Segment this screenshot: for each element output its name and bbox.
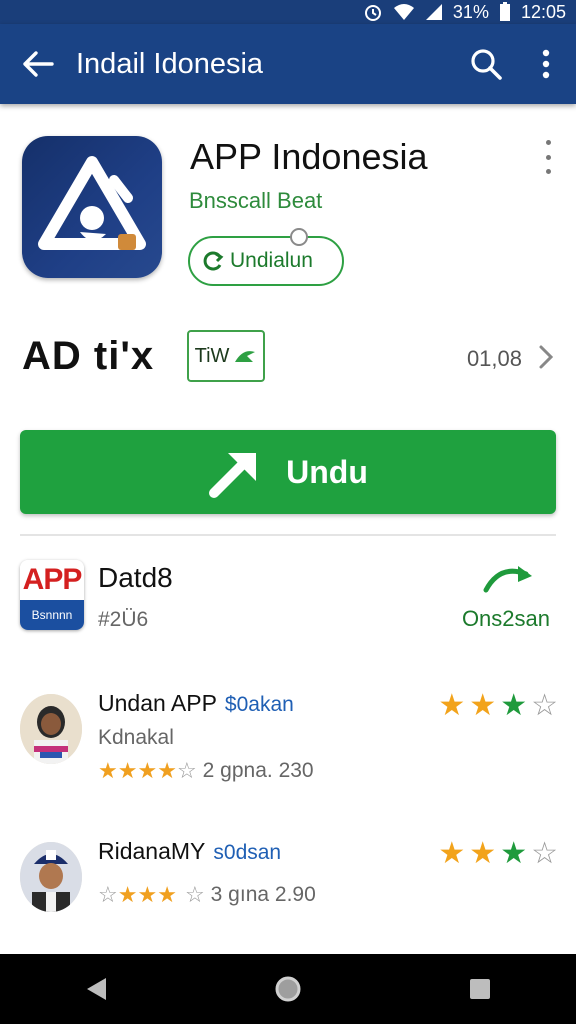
circle-home-icon	[275, 976, 301, 1002]
star-filled-icon: ★	[157, 882, 177, 907]
app-overflow-menu[interactable]	[540, 140, 556, 174]
app-logo-icon	[22, 136, 162, 278]
reviewer-tag[interactable]: s0dsan	[213, 841, 281, 864]
nav-recents-button[interactable]	[440, 954, 520, 1024]
review-meta-text: 2 gpna. 230	[202, 759, 314, 782]
rating-label: AD ti'x	[22, 334, 155, 378]
arrow-up-right-icon	[209, 453, 257, 498]
nav-back-button[interactable]	[56, 954, 136, 1024]
star-filled-icon: ★	[500, 689, 528, 722]
battery-percent: 31%	[452, 1, 489, 22]
app-bar: Indail Idonesia	[0, 24, 576, 104]
star-filled-icon: ★	[469, 689, 497, 722]
star-filled-icon: ★	[469, 837, 497, 870]
developer-meta: #2Ü6	[98, 608, 149, 631]
divider	[20, 534, 556, 536]
tw-badge-text: TiW	[194, 344, 230, 367]
star-filled-icon: ★	[117, 882, 138, 907]
review-meta-line: ★ ★ ★ ★ ☆ 2 gpna. 230	[98, 758, 314, 784]
developer-action-label[interactable]: Ons2san	[462, 606, 550, 632]
search-icon	[471, 49, 502, 80]
triangle-back-icon	[87, 978, 106, 1000]
review-item[interactable]: RidanaMY s0dsan ☆ ★ ★ ★ ☆ 3 gına 2.90 ★ ★…	[0, 836, 576, 948]
wifi-icon	[393, 3, 415, 21]
developer-icon: APP Bsnnnn	[20, 560, 84, 630]
review-meta-line: ☆ ★ ★ ★ ☆ 3 gına 2.90	[98, 882, 316, 908]
star-filled-icon: ★	[438, 837, 466, 870]
reviewer-subtitle: Kdnakal	[98, 726, 174, 749]
reviewer-name-line: RidanaMY s0dsan	[98, 838, 281, 865]
pill-knob	[290, 228, 308, 246]
status-bar: 31% 12:05	[0, 0, 576, 24]
reviewer-avatar	[20, 842, 82, 912]
review-rating-stars: ★ ★ ★ ☆	[438, 688, 558, 723]
leaf-arrow-icon	[235, 351, 256, 362]
back-button[interactable]	[0, 24, 76, 104]
star-filled-icon: ★	[157, 758, 177, 783]
star-filled-icon: ★	[500, 837, 528, 870]
alarm-icon	[363, 2, 383, 22]
dot	[545, 154, 551, 160]
star-filled-icon: ★	[137, 758, 158, 783]
star-filled-icon: ★	[137, 882, 158, 907]
star-filled-icon: ★	[98, 758, 118, 783]
chevron-right-icon[interactable]	[538, 344, 554, 375]
search-button[interactable]	[456, 24, 516, 104]
reviewer-name: Undan APP	[98, 690, 217, 716]
install-button[interactable]: Undu	[20, 430, 556, 514]
star-filled-icon: ★	[438, 689, 466, 722]
status-time: 12:05	[520, 1, 566, 22]
reviewer-name: RidanaMY	[98, 838, 206, 864]
nav-home-button[interactable]	[248, 954, 328, 1024]
more-vert-icon	[542, 49, 550, 79]
review-item[interactable]: Undan APP $0akan Kdnakal ★ ★ ★ ★ ☆ 2 gpna…	[0, 688, 576, 800]
star-outline-icon: ☆	[531, 689, 558, 722]
dot	[545, 169, 551, 174]
tw-badge: TiW	[187, 330, 265, 382]
star-outline-icon: ☆	[531, 837, 558, 870]
dot	[545, 140, 551, 145]
developer-icon-top: APP	[20, 560, 84, 600]
battery-icon	[499, 2, 511, 22]
more-options-button[interactable]	[516, 24, 576, 104]
square-recents-icon	[470, 979, 490, 999]
developer-row[interactable]: APP Bsnnnn Datd8 #2Ü6 Ons2san	[0, 556, 576, 636]
star-outline-icon: ☆	[98, 882, 118, 907]
developer-icon-bottom: Bsnnnn	[20, 600, 84, 630]
star-filled-icon: ★	[117, 758, 138, 783]
reviewer-name-line: Undan APP $0akan	[98, 690, 294, 717]
curved-arrow-icon[interactable]	[480, 560, 540, 599]
developer-name: Datd8	[98, 562, 173, 593]
rating-count: 01,08	[466, 346, 522, 371]
install-pill-button[interactable]: Undialun	[188, 236, 344, 286]
system-nav-bar	[0, 954, 576, 1024]
star-outline-icon: ☆	[184, 882, 205, 907]
reviewer-avatar	[20, 694, 82, 764]
cell-signal-icon	[425, 3, 443, 21]
refresh-icon	[203, 251, 224, 271]
star-outline-icon: ☆	[176, 758, 197, 783]
install-button-label: Undu	[286, 453, 368, 490]
app-header: APP Indonesia Bnsscall Beat Undialun	[0, 130, 576, 300]
app-subtitle[interactable]: Bnsscall Beat	[189, 188, 322, 214]
arrow-left-icon	[23, 51, 54, 77]
review-meta-text: 3 gına 2.90	[210, 883, 316, 906]
install-pill-label: Undialun	[230, 249, 313, 272]
review-rating-stars: ★ ★ ★ ☆	[438, 836, 558, 871]
rating-row[interactable]: AD ti'x TiW 01,08	[0, 326, 576, 390]
reviewer-tag[interactable]: $0akan	[225, 693, 294, 716]
app-bar-title: Indail Idonesia	[76, 47, 264, 80]
app-title: APP Indonesia	[190, 136, 428, 177]
